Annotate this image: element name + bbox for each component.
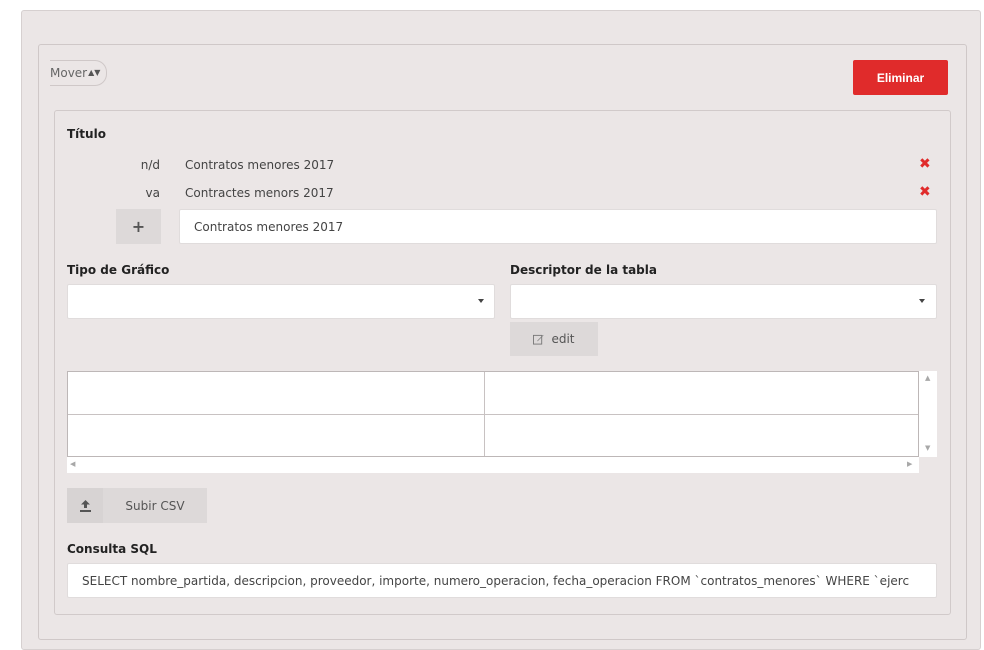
- sql-query-input[interactable]: SELECT nombre_partida, descripcion, prov…: [67, 563, 937, 598]
- grid-table: [67, 371, 919, 457]
- times-icon[interactable]: ✖: [919, 157, 931, 171]
- add-translation-button[interactable]: +: [116, 209, 161, 244]
- translation-text: Contratos menores 2017: [185, 158, 335, 172]
- translation-lang: va: [145, 186, 160, 200]
- plus-icon: +: [131, 217, 146, 236]
- times-icon[interactable]: ✖: [919, 185, 931, 199]
- move-button[interactable]: Mover ▲▼: [50, 60, 108, 86]
- chevron-down-icon: [478, 299, 484, 303]
- table-descriptor-select[interactable]: [510, 284, 937, 319]
- grid-cell[interactable]: [68, 415, 485, 456]
- vertical-scrollbar[interactable]: ▲ ▼: [919, 371, 937, 457]
- grid-cell[interactable]: [68, 372, 485, 415]
- translation-lang: n/d: [140, 158, 160, 172]
- chart-type-select[interactable]: [67, 284, 495, 319]
- grid-cell[interactable]: [485, 415, 918, 456]
- move-label: Mover: [50, 66, 88, 80]
- sql-query-value: SELECT nombre_partida, descripcion, prov…: [82, 573, 910, 588]
- title-label: Título: [67, 127, 106, 141]
- grid-cell[interactable]: [485, 372, 918, 415]
- title-input[interactable]: Contratos menores 2017: [179, 209, 937, 244]
- edit-label: edit: [551, 332, 575, 346]
- translation-text: Contractes menors 2017: [185, 186, 334, 200]
- scroll-left-icon[interactable]: ◀: [70, 461, 75, 468]
- chart-type-label: Tipo de Gráfico: [67, 263, 170, 277]
- sql-label: Consulta SQL: [67, 542, 157, 556]
- sort-arrows-icon: ▲▼: [88, 68, 101, 77]
- upload-csv-button[interactable]: Subir CSV: [103, 488, 207, 523]
- scroll-down-icon[interactable]: ▼: [925, 445, 930, 452]
- horizontal-scrollbar[interactable]: ◀ ▶: [67, 457, 919, 473]
- chevron-down-icon: [919, 299, 925, 303]
- data-grid[interactable]: ▲ ▼ ◀ ▶: [67, 371, 937, 475]
- edit-descriptor-button[interactable]: edit: [510, 322, 598, 356]
- title-input-value: Contratos menores 2017: [194, 219, 344, 234]
- edit-icon: [533, 334, 545, 345]
- delete-button[interactable]: Eliminar: [853, 60, 948, 95]
- upload-icon-button[interactable]: [67, 488, 103, 523]
- table-descriptor-label: Descriptor de la tabla: [510, 263, 657, 277]
- upload-icon: [79, 499, 91, 512]
- scroll-right-icon[interactable]: ▶: [907, 461, 912, 468]
- scroll-up-icon[interactable]: ▲: [925, 375, 930, 382]
